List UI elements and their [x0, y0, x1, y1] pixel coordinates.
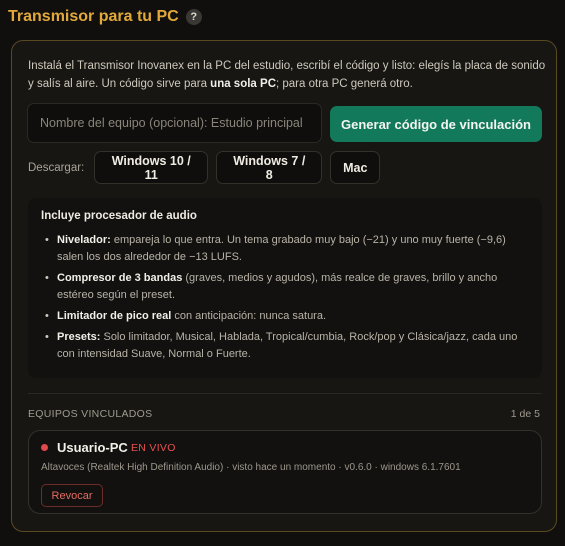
- download-label: Descargar:: [28, 161, 85, 174]
- audio-processor-box: Incluye procesador de audio Nivelador: e…: [28, 198, 542, 378]
- revoke-button[interactable]: Revocar: [41, 484, 103, 507]
- linked-devices-count: 1 de 5: [510, 408, 540, 420]
- feature-name: Nivelador:: [57, 234, 111, 246]
- feature-description: empareja lo que entra. Un tema grabado m…: [57, 234, 506, 263]
- page-title: Transmisor para tu PC: [8, 8, 179, 25]
- download-mac-button[interactable]: Mac: [330, 151, 381, 184]
- generate-code-button[interactable]: Generar código de vinculación: [330, 106, 542, 142]
- audio-feature-item: Limitador de pico real con anticipación:…: [41, 308, 535, 325]
- download-windows-10-11-button[interactable]: Windows 10 / 11: [94, 151, 209, 184]
- download-windows-7-8-button[interactable]: Windows 7 / 8: [216, 151, 323, 184]
- section-divider: [28, 393, 542, 394]
- feature-description: Solo limitador, Musical, Hablada, Tropic…: [57, 331, 518, 360]
- intro-text-bold: una sola PC: [210, 78, 276, 90]
- feature-name: Limitador de pico real: [57, 310, 172, 322]
- feature-description: con anticipación: nunca satura.: [171, 310, 327, 322]
- feature-name: Presets:: [57, 331, 101, 343]
- audio-feature-item: Compresor de 3 bandas (graves, medios y …: [41, 270, 535, 304]
- live-status-badge: EN VIVO: [131, 442, 176, 454]
- device-name: Usuario-PC: [57, 440, 128, 455]
- linked-devices-label: EQUIPOS VINCULADOS: [28, 408, 153, 420]
- live-status-dot-icon: [41, 444, 48, 451]
- intro-text: Instalá el Transmisor Inovanex en la PC …: [28, 57, 548, 93]
- linked-device-card: Usuario-PC EN VIVO Altavoces (Realtek Hi…: [28, 430, 542, 514]
- question-mark-icon[interactable]: ?: [185, 9, 202, 25]
- transmitter-page: Transmisor para tu PC ? Instalá el Trans…: [0, 0, 565, 546]
- page-header: Transmisor para tu PC ?: [8, 8, 202, 26]
- audio-feature-item: Presets: Solo limitador, Musical, Hablad…: [41, 329, 535, 363]
- download-row: Descargar: Windows 10 / 11 Windows 7 / 8…: [28, 151, 381, 184]
- audio-processor-title: Incluye procesador de audio: [41, 210, 197, 222]
- audio-feature-item: Nivelador: empareja lo que entra. Un tem…: [41, 232, 535, 266]
- transmitter-card: Instalá el Transmisor Inovanex en la PC …: [11, 40, 557, 532]
- intro-text-part-2: ; para otra PC generá otro.: [276, 78, 413, 90]
- audio-feature-list: Nivelador: empareja lo que entra. Un tem…: [41, 232, 535, 367]
- device-name-input[interactable]: [27, 103, 322, 143]
- device-info: Altavoces (Realtek High Definition Audio…: [41, 462, 461, 473]
- feature-name: Compresor de 3 bandas: [57, 272, 183, 284]
